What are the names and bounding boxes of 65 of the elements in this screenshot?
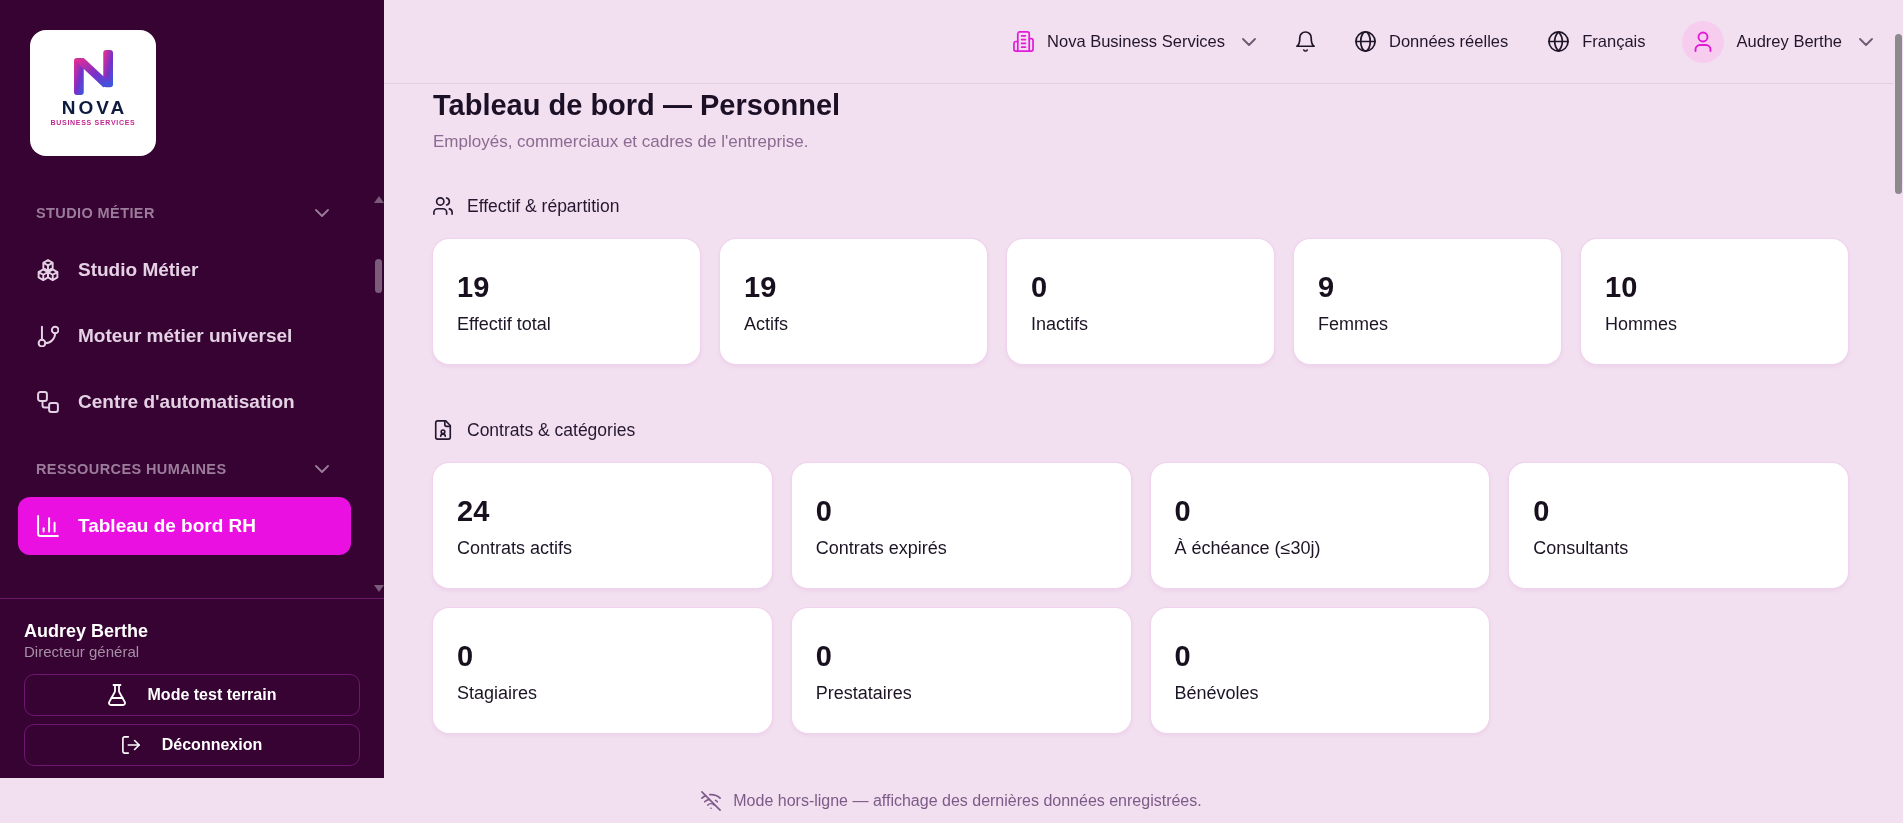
avatar-icon <box>1681 20 1724 63</box>
page-subtitle: Employés, commerciaux et cadres de l'entreprise. <box>433 131 810 153</box>
stat-label: Effectif total <box>457 313 551 336</box>
section-title: Contrats & catégories <box>467 419 636 441</box>
nav-item[interactable]: Centre d'automatisation <box>18 373 351 431</box>
scrollbar-thumb[interactable] <box>375 259 382 293</box>
stat-value: 0 <box>815 639 832 674</box>
section-toggle[interactable]: STUDIO MÉTIER <box>18 190 351 236</box>
branch-icon <box>37 325 59 347</box>
stat-value: 0 <box>1174 494 1191 529</box>
stat-label: Prestataires <box>815 682 912 705</box>
stat-value: 10 <box>1605 270 1638 305</box>
test-mode-button[interactable]: Mode test terrain <box>24 674 360 716</box>
flask-icon <box>107 684 126 706</box>
scroll-up-arrow-icon[interactable] <box>373 196 384 203</box>
nav-item[interactable]: Moteur métier universel <box>18 307 351 365</box>
stat-value: 24 <box>457 494 490 529</box>
section-title: Effectif & répartition <box>467 195 620 217</box>
stat-label: Bénévoles <box>1174 682 1259 705</box>
stat-value: 0 <box>1031 270 1048 305</box>
scrollbar-thumb[interactable] <box>1894 34 1902 194</box>
user-menu[interactable]: Audrey Berthe <box>1681 20 1873 63</box>
globe-icon <box>1355 31 1376 52</box>
bell-icon[interactable] <box>1296 31 1315 52</box>
user-role: Directeur général <box>24 642 140 662</box>
status-message: Mode hors-ligne — affichage des dernières données enregistrées. <box>733 791 1202 810</box>
stat-label: Contrats expirés <box>815 537 947 560</box>
language-selector[interactable]: Français <box>1548 31 1646 52</box>
stat-value: 0 <box>1533 494 1550 529</box>
organization-selector[interactable]: Nova Business Services <box>1013 31 1256 52</box>
stat-label: Femmes <box>1318 313 1388 336</box>
chevron-down-icon <box>1242 37 1256 46</box>
stat-label: À échéance (≤30j) <box>1174 537 1321 560</box>
logout-button[interactable]: Déconnexion <box>24 724 360 766</box>
stat-label: Stagiaires <box>457 682 538 705</box>
stat-label: Inactifs <box>1031 313 1089 336</box>
cubes-icon <box>37 259 59 281</box>
scroll-down-arrow-icon[interactable] <box>373 585 384 592</box>
stat-value: 19 <box>457 270 490 305</box>
logo-name: NOVA <box>60 98 128 117</box>
logout-icon <box>121 734 140 756</box>
stat-label: Hommes <box>1605 313 1677 336</box>
nav-item[interactable]: Studio Métier <box>18 241 351 299</box>
stat-label: Contrats actifs <box>457 537 573 560</box>
stat-value: 0 <box>1174 639 1191 674</box>
section-toggle[interactable]: RESSOURCES HUMAINES <box>18 446 351 492</box>
users-icon <box>433 196 453 216</box>
stat-value: 0 <box>815 494 832 529</box>
globe-icon <box>1548 31 1570 52</box>
user-name: Audrey Berthe <box>24 620 149 642</box>
chevron-down-icon <box>1859 37 1873 46</box>
stat-value: 19 <box>744 270 777 305</box>
page-title: Tableau de bord — Personnel <box>433 88 842 122</box>
bar-chart-icon <box>37 515 59 537</box>
workflow-icon <box>37 391 59 413</box>
nav-item[interactable]: Tableau de bord RH <box>18 497 351 555</box>
building-icon <box>1013 31 1035 52</box>
logo-mark-icon <box>73 50 113 95</box>
document-icon <box>433 420 453 440</box>
stat-value: 0 <box>457 639 474 674</box>
stat-value: 9 <box>1318 270 1335 305</box>
wifi-off-icon <box>701 790 722 811</box>
data-source-toggle[interactable]: Données réelles <box>1355 31 1509 52</box>
stat-label: Consultants <box>1533 537 1629 560</box>
stat-label: Actifs <box>744 313 788 336</box>
